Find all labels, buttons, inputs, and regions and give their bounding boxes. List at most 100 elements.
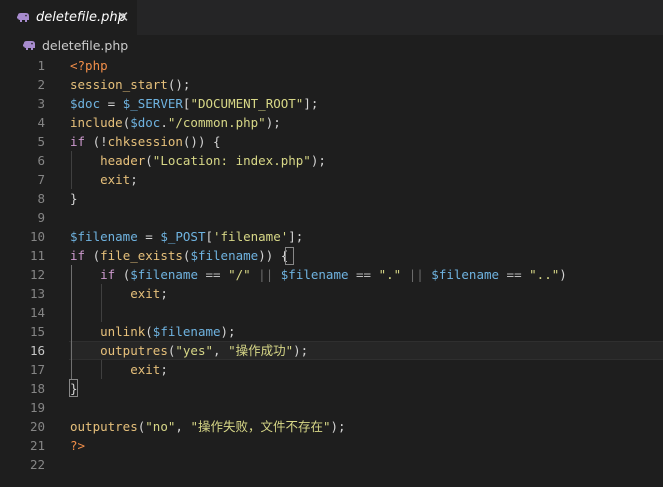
code-editor[interactable]: 22 21 ?> 20 outputres("no", "操作失败，文件不存在"); 19… xyxy=(0,56,663,487)
code-line[interactable]: 15 unlink($filename); xyxy=(0,322,663,341)
code-text: if ($filename == "/" || $filename == "."… xyxy=(70,265,567,284)
code-line[interactable]: 6 header("Location: index.php"); xyxy=(0,151,663,170)
code-line[interactable]: 1 <?php xyxy=(0,56,663,75)
code-line[interactable]: 9 xyxy=(0,208,663,227)
code-text: include($doc."/common.php"); xyxy=(70,113,281,132)
code-line[interactable]: 8} xyxy=(0,189,663,208)
line-number: 19 xyxy=(29,400,45,415)
code-token: outputres xyxy=(70,419,138,434)
tab-deletefile[interactable]: deletefile.php ✕ xyxy=(0,0,137,35)
code-token: ]; xyxy=(288,229,304,244)
line-number: 11 xyxy=(29,248,45,263)
code-line[interactable]: 16 outputres("yes", "操作成功"); xyxy=(0,341,663,360)
code-token: $filename xyxy=(70,229,138,244)
code-token: [ xyxy=(205,229,213,244)
code-token: "/" xyxy=(228,267,251,282)
tab-label: deletefile.php xyxy=(36,10,126,25)
code-token: "DOCUMENT_ROOT" xyxy=(190,96,304,111)
code-line[interactable]: 12 if ($filename == "/" || $filename == … xyxy=(0,265,663,284)
code-text: ?> xyxy=(70,436,85,455)
line-number: 21 xyxy=(29,438,45,453)
code-line[interactable]: 19 xyxy=(0,398,663,417)
code-token: )) { xyxy=(258,248,289,263)
indent-guide xyxy=(101,360,102,379)
line-number: 22 xyxy=(29,457,45,472)
code-token: $doc xyxy=(130,115,161,130)
code-text: exit; xyxy=(70,360,168,379)
code-line[interactable]: 11 if (file_exists($filename)) { xyxy=(0,246,663,265)
code-token: ); xyxy=(310,153,326,168)
code-token: ?> xyxy=(70,438,86,453)
code-line[interactable]: 13 exit; xyxy=(0,284,663,303)
code-line[interactable]: 18} xyxy=(0,379,663,398)
code-line[interactable]: 2 session_start(); xyxy=(0,75,663,94)
code-token: == xyxy=(499,267,530,282)
code-token: if xyxy=(70,134,86,149)
code-text: unlink($filename); xyxy=(70,322,235,341)
code-token: unlink xyxy=(100,324,146,339)
code-token: || xyxy=(401,267,432,282)
code-token: file_exists xyxy=(100,248,183,263)
code-token: ( xyxy=(145,324,153,339)
code-token: if xyxy=(70,248,86,263)
code-token: $filename xyxy=(190,248,259,263)
line-number: 3 xyxy=(37,96,45,111)
code-token: , xyxy=(175,419,191,434)
php-elephant-icon xyxy=(23,40,35,50)
code-token: chksession xyxy=(107,134,183,149)
code-text: header("Location: index.php"); xyxy=(70,151,326,170)
code-line[interactable]: 22 xyxy=(0,455,663,474)
line-number: 20 xyxy=(29,419,45,434)
line-number: 10 xyxy=(29,229,45,244)
code-line[interactable]: 7 exit; xyxy=(0,170,663,189)
code-line[interactable]: 17 exit; xyxy=(0,360,663,379)
line-number: 4 xyxy=(37,115,45,130)
code-line[interactable]: 10 $filename = $_POST['filename']; xyxy=(0,227,663,246)
code-text: session_start(); xyxy=(70,75,190,94)
code-token: header xyxy=(100,153,146,168)
code-token: ; xyxy=(160,362,168,377)
code-token: $doc xyxy=(70,96,101,111)
tab-bar: deletefile.php ✕ xyxy=(0,0,663,35)
close-icon[interactable]: ✕ xyxy=(115,8,131,26)
code-token: ; xyxy=(130,172,138,187)
line-number: 7 xyxy=(37,172,45,187)
code-line[interactable]: 5 if (!chksession()) { xyxy=(0,132,663,151)
line-number: 17 xyxy=(29,362,45,377)
code-token: == xyxy=(348,267,379,282)
code-token: session_start xyxy=(70,77,168,92)
code-token: exit xyxy=(100,172,131,187)
code-token: <?php xyxy=(70,58,108,73)
breadcrumb-file[interactable]: deletefile.php xyxy=(42,38,128,53)
code-token: } xyxy=(70,191,78,206)
line-number: 12 xyxy=(29,267,45,282)
code-token: "." xyxy=(378,267,402,282)
code-text: outputres("yes", "操作成功"); xyxy=(70,341,663,360)
code-line[interactable]: 3 $doc = $_SERVER["DOCUMENT_ROOT"]; xyxy=(0,94,663,113)
line-number: 2 xyxy=(37,77,45,92)
code-token: (); xyxy=(167,77,191,92)
code-token: ".." xyxy=(529,267,560,282)
code-text: if (file_exists($filename)) { xyxy=(70,246,288,265)
breadcrumb: deletefile.php xyxy=(0,35,663,55)
code-token: ( xyxy=(145,153,153,168)
code-line[interactable]: 4 include($doc."/common.php"); xyxy=(0,113,663,132)
line-number: 9 xyxy=(37,210,45,225)
code-token: $_POST xyxy=(160,229,206,244)
code-token: if xyxy=(100,267,116,282)
indent-guide xyxy=(71,151,72,189)
code-token: ( xyxy=(85,248,101,263)
code-token: ); xyxy=(265,115,281,130)
code-line[interactable]: 14 xyxy=(0,303,663,322)
code-text: $filename = $_POST['filename']; xyxy=(70,227,303,246)
code-token: ()) { xyxy=(182,134,221,149)
code-token: include xyxy=(70,115,123,130)
code-line[interactable]: 20 outputres("no", "操作失败，文件不存在"); xyxy=(0,417,663,436)
code-token: $filename xyxy=(130,267,198,282)
code-line[interactable]: 21 ?> xyxy=(0,436,663,455)
line-number: 8 xyxy=(37,191,45,206)
